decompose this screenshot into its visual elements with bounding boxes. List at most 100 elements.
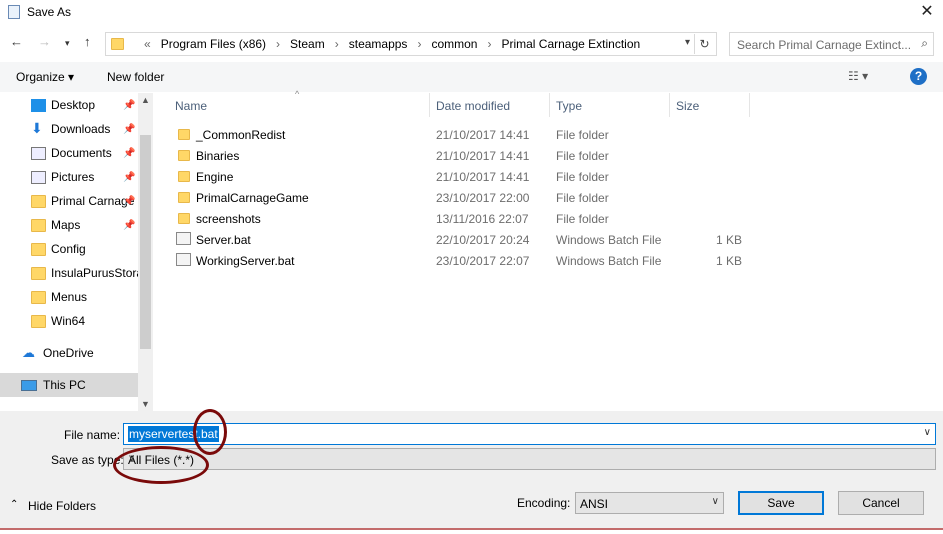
nav-label: Menus — [51, 290, 88, 304]
documents-icon — [31, 146, 46, 160]
file-type: File folder — [556, 149, 609, 163]
breadcrumb-item[interactable]: Steam — [290, 37, 325, 51]
forward-icon[interactable]: → — [38, 34, 51, 49]
toolbar: Organize ▾ New folder ☷ ▾ ? — [0, 62, 943, 92]
file-name-input[interactable]: myservertest.bat ∨ — [123, 423, 936, 445]
file-name: Server.bat — [196, 233, 251, 247]
pin-icon[interactable]: 📌 — [123, 124, 135, 135]
recent-dropdown-icon[interactable]: ▾ — [65, 38, 70, 49]
nav-item[interactable]: Maps 📌 — [0, 213, 138, 237]
breadcrumb-separator[interactable]: › — [487, 37, 491, 51]
nav-item[interactable]: Win64 — [0, 309, 138, 333]
nav-item[interactable]: Config — [0, 237, 138, 261]
column-type[interactable]: Type — [550, 93, 670, 117]
scroll-up-icon[interactable]: ▲ — [141, 95, 150, 105]
breadcrumb-item[interactable]: steamapps — [349, 37, 408, 51]
file-date: 21/10/2017 14:41 — [436, 149, 530, 163]
annotation-circle — [113, 446, 209, 484]
column-size[interactable]: Size — [670, 93, 750, 117]
file-type: File folder — [556, 191, 609, 205]
nav-this-pc[interactable]: This PC — [0, 373, 138, 397]
nav-onedrive[interactable]: ☁ OneDrive — [0, 341, 138, 365]
file-row[interactable]: screenshots 13/11/2016 22:07 File folder — [160, 208, 760, 229]
pin-icon[interactable]: 📌 — [123, 148, 135, 159]
nav-item[interactable]: Documents 📌 — [0, 141, 138, 165]
encoding-select[interactable]: ANSI ∨ — [575, 492, 724, 514]
back-icon[interactable]: ← — [10, 34, 23, 49]
encoding-label: Encoding: — [517, 496, 571, 510]
window-title: Save As — [27, 5, 72, 19]
nav-item[interactable]: Menus — [0, 285, 138, 309]
batch-file-icon — [176, 232, 191, 245]
pin-icon[interactable]: 📌 — [123, 172, 135, 183]
nav-item[interactable]: InsulaPurusStorage — [0, 261, 138, 285]
nav-item[interactable]: ⬇ Downloads 📌 — [0, 117, 138, 141]
notepad-icon — [8, 5, 20, 19]
up-icon[interactable]: ↑ — [84, 34, 91, 49]
folder-icon — [178, 171, 190, 182]
chevron-down-icon: ∨ — [711, 496, 719, 507]
save-type-select[interactable]: All Files (*.*) ∨ — [123, 448, 936, 470]
breadcrumb-separator[interactable]: › — [335, 37, 339, 51]
close-button[interactable]: ✕ — [914, 1, 940, 23]
folder-icon — [31, 218, 46, 232]
file-row[interactable]: WorkingServer.bat 23/10/2017 22:07 Windows… — [160, 250, 760, 271]
nav-label: Win64 — [51, 314, 86, 328]
new-folder-button[interactable]: New folder — [107, 70, 164, 84]
search-input[interactable]: Search Primal Carnage Extinct... ⌕ — [729, 32, 934, 56]
title-bar: Save As ✕ — [0, 0, 943, 26]
file-type: Windows Batch File — [556, 233, 662, 247]
refresh-icon[interactable]: ↻ — [694, 34, 714, 54]
file-row[interactable]: Server.bat 22/10/2017 20:24 Windows Batch … — [160, 229, 760, 250]
pin-icon[interactable]: 📌 — [123, 220, 135, 231]
organize-button[interactable]: Organize ▾ — [16, 70, 74, 84]
nav-label: This PC — [43, 378, 86, 392]
breadcrumb-separator[interactable]: › — [417, 37, 421, 51]
file-row[interactable]: Binaries 21/10/2017 14:41 File folder — [160, 145, 760, 166]
search-icon: ⌕ — [921, 36, 928, 50]
breadcrumb-item[interactable]: Program Files (x86) — [161, 37, 266, 51]
breadcrumb-separator[interactable]: « — [144, 37, 151, 51]
cancel-button[interactable]: Cancel — [838, 491, 924, 515]
file-size: 1 KB — [715, 254, 742, 268]
scroll-down-icon[interactable]: ▼ — [141, 399, 150, 409]
address-dropdown-icon[interactable]: ▾ — [685, 37, 690, 48]
nav-label: InsulaPurusStorage — [51, 266, 138, 280]
sort-arrow-icon: ^ — [295, 89, 300, 99]
folder-icon — [178, 192, 190, 203]
encoding-value: ANSI — [580, 497, 609, 511]
desktop-icon — [31, 98, 46, 112]
file-date: 21/10/2017 14:41 — [436, 170, 530, 184]
pin-icon[interactable]: 📌 — [123, 100, 135, 111]
nav-item[interactable]: Desktop 📌 — [0, 93, 138, 117]
file-type: File folder — [556, 128, 609, 142]
file-row[interactable]: _CommonRedist 21/10/2017 14:41 File folder — [160, 124, 760, 145]
file-name: PrimalCarnageGame — [196, 191, 309, 205]
column-date[interactable]: Date modified — [430, 93, 550, 117]
nav-item[interactable]: Pictures 📌 — [0, 165, 138, 189]
chevron-down-icon[interactable]: ∨ — [924, 427, 931, 438]
scrollbar-thumb[interactable] — [140, 135, 151, 349]
file-name: screenshots — [196, 212, 261, 226]
breadcrumb-item[interactable]: common — [431, 37, 477, 51]
nav-label: OneDrive — [43, 346, 94, 360]
file-type: File folder — [556, 170, 609, 184]
file-type: Windows Batch File — [556, 254, 662, 268]
file-name: Engine — [196, 170, 234, 184]
pin-icon[interactable]: 📌 — [123, 196, 135, 207]
file-row[interactable]: PrimalCarnageGame 23/10/2017 22:00 File fo… — [160, 187, 760, 208]
breadcrumb-separator[interactable]: › — [276, 37, 280, 51]
save-button[interactable]: Save — [738, 491, 824, 515]
file-name: Binaries — [196, 149, 240, 163]
file-date: 22/10/2017 20:24 — [436, 233, 530, 247]
hide-folders-button[interactable]: Hide Folders — [28, 499, 96, 513]
chevron-up-icon[interactable]: ⌃ — [10, 499, 18, 510]
file-row[interactable]: Engine 21/10/2017 14:41 File folder — [160, 166, 760, 187]
help-icon[interactable]: ? — [910, 68, 927, 85]
folder-icon — [31, 242, 46, 256]
nav-item[interactable]: Primal Carnage Extinction📌 — [0, 189, 138, 213]
address-bar[interactable]: « Program Files (x86) › Steam › steamapps › com… — [105, 32, 717, 56]
view-options-icon[interactable]: ☷ ▾ — [848, 69, 868, 83]
breadcrumb-item[interactable]: Primal Carnage Extinction — [501, 37, 640, 51]
computer-icon — [21, 379, 37, 391]
